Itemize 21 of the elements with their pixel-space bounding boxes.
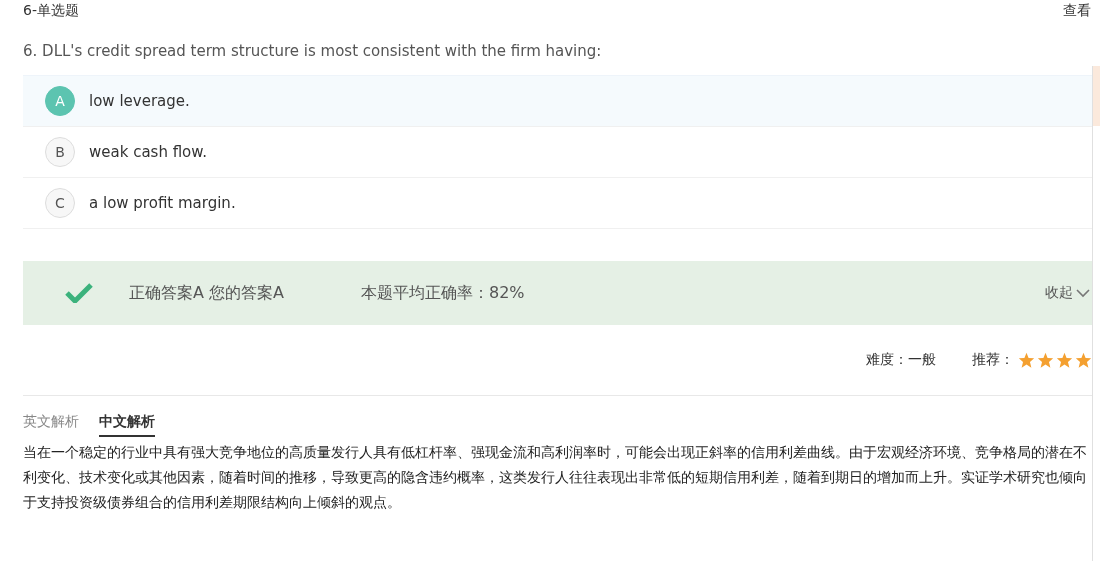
recommend-label: 推荐： [972,351,1014,369]
analysis-tab[interactable]: 英文解析 [23,413,79,437]
option-letter: C [45,188,75,218]
view-material-link[interactable]: 查看 [1063,2,1091,20]
difficulty-label: 难度：一般 [866,351,936,369]
option-text: weak cash flow. [89,143,207,161]
question-text: 6. DLL's credit spread term structure is most consistent with the firm having: [23,42,603,62]
question-type: 6-单选题 [23,2,79,20]
answer-option[interactable]: A low leverage. [23,75,1092,127]
option-text: a low profit margin. [89,194,236,212]
average-rate: 本题平均正确率：82% [361,282,525,304]
answer-summary: 正确答案A 您的答案A [129,282,285,304]
option-letter: A [45,86,75,116]
collapse-button[interactable]: 收起 [1045,284,1092,302]
option-letter: B [45,137,75,167]
answer-option[interactable]: C a low profit margin. [23,178,1092,229]
explanation-text: 当在一个稳定的行业中具有强大竞争地位的高质量发行人具有低杠杆率、强现金流和高利润率时，可能会出现正斜率的信用利差曲线。由于宏观经济环境、竞争格局的潜在不利变化、技术变化或其他因素，随着时间的推移，导致更高的隐含违约概率，这类发行人往往表现出非常低的短期信用利差，随着到期日的增加而上升。实证学术研究也倾向于支持投资级债券组合的信用利差期限结构向上倾斜的观点。 [23,443,1088,512]
option-text: low leverage. [89,92,190,110]
chevron-icon [1076,288,1090,298]
analysis-tab[interactable]: 中文解析 [99,413,155,437]
answer-option[interactable]: B weak cash flow. [23,127,1092,178]
